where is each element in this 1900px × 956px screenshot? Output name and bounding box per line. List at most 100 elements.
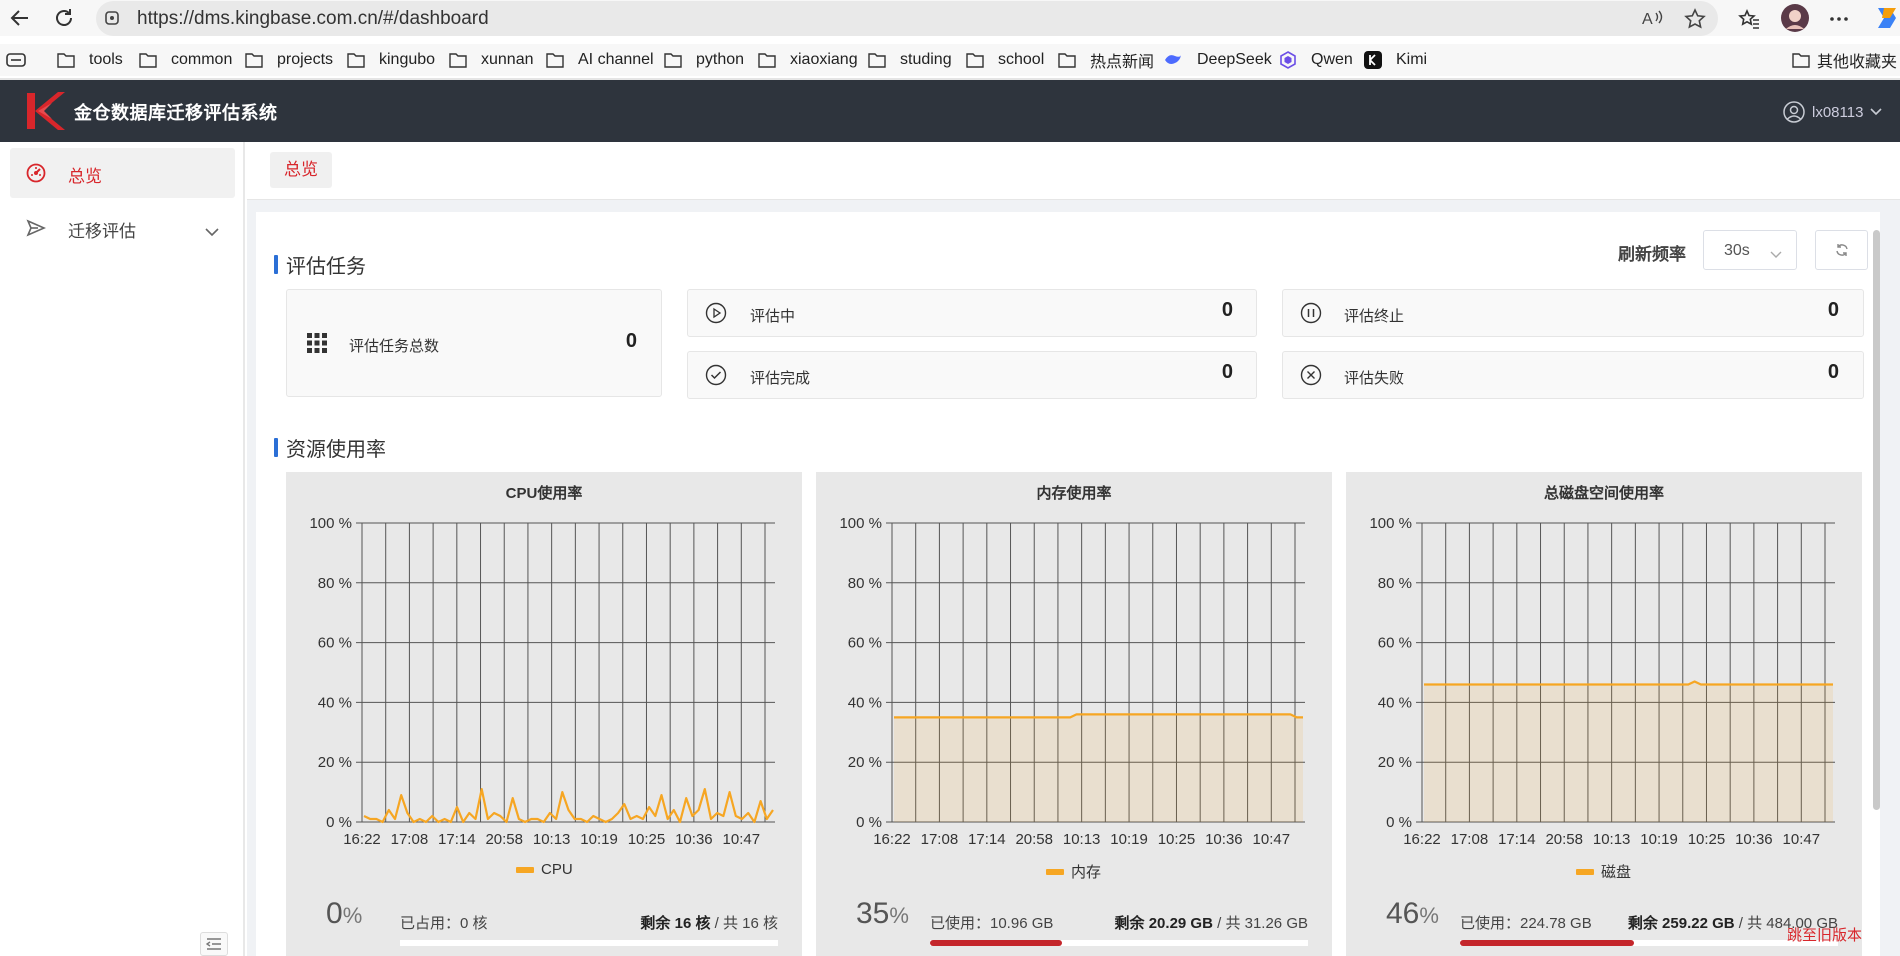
sidebar: 总览 迁移评估	[0, 142, 245, 956]
bookmark-ai-channel[interactable]: AI channel	[546, 49, 654, 71]
sidebar-item-overview[interactable]: 总览	[10, 148, 235, 198]
url-text[interactable]: https://dms.kingbase.com.cn/#/dashboard	[137, 8, 489, 30]
refresh-frequency-select[interactable]: 30s	[1703, 230, 1797, 270]
y-tick-label: 60 %	[318, 635, 352, 652]
bookmark-热点新闻[interactable]: 热点新闻	[1058, 49, 1154, 71]
bookmark-app-icon[interactable]	[6, 49, 33, 71]
play-circle-icon	[705, 302, 727, 329]
bookmark-xunnan[interactable]: xunnan	[449, 49, 534, 71]
site-info-icon[interactable]	[104, 10, 120, 31]
bookmark-python[interactable]: python	[664, 49, 744, 71]
bookmark-label: school	[998, 51, 1045, 68]
favorites-icon[interactable]	[1738, 8, 1760, 35]
x-tick-label: 10:19	[1640, 831, 1678, 848]
x-tick-label: 17:08	[391, 831, 429, 848]
user-menu[interactable]: lx08113	[1782, 100, 1883, 124]
profile-avatar[interactable]	[1780, 3, 1810, 38]
cpu-usage-bar	[400, 940, 778, 946]
bookmark-label: projects	[277, 51, 334, 68]
bookmark-common[interactable]: common	[139, 49, 232, 71]
scrollbar[interactable]	[1873, 230, 1880, 810]
sidebar-item-migration-assessment[interactable]: 迁移评估	[10, 203, 235, 253]
deepseek-icon	[1163, 52, 1190, 68]
bookmark-label: python	[696, 51, 745, 68]
task-stopped-value: 0	[1827, 299, 1839, 321]
memory-line-chart: 0 % 20 % 40 % 60 % 80 % 100 % 16:22 17:08 17:14 2…	[839, 515, 1305, 848]
task-stopped-card: 评估终止 0	[1282, 289, 1864, 337]
section-title-tasks: 评估任务	[274, 250, 366, 279]
other-bookmarks[interactable]: 其他收藏夹	[1792, 49, 1897, 71]
sidebar-collapse-button[interactable]	[200, 932, 228, 956]
bookmark-projects[interactable]: projects	[245, 49, 333, 71]
task-done-card: 评估完成 0	[687, 351, 1257, 399]
old-version-link[interactable]: 跳至旧版本	[1787, 924, 1862, 945]
folder-icon	[966, 52, 991, 68]
reload-icon[interactable]	[50, 4, 78, 32]
bookmark-label: Kimi	[1396, 51, 1428, 68]
y-tick-label: 40 %	[848, 694, 882, 711]
bookmark-xiaoxiang[interactable]: xiaoxiang	[758, 49, 858, 71]
bookmark-kimi[interactable]: Kimi	[1364, 49, 1427, 71]
folder-icon	[546, 52, 571, 68]
folder-icon	[245, 52, 270, 68]
qwen-icon	[1279, 51, 1304, 69]
read-aloud-icon[interactable]: A	[1642, 8, 1664, 33]
chart-legend[interactable]: 磁盘	[1576, 861, 1631, 882]
bookmark-label: AI channel	[578, 51, 654, 68]
x-tick-label: 16:22	[1403, 831, 1441, 848]
cpu-chart-card: CPU使用率 0 % 20 % 40 % 60 % 80 % 100 % 16:22 17:08…	[286, 472, 802, 956]
x-tick-label: 10:36	[1205, 831, 1243, 848]
bookmark-label: common	[171, 51, 233, 68]
bookmark-tools[interactable]: tools	[57, 49, 123, 71]
kimi-icon	[1364, 51, 1389, 69]
chart-legend[interactable]: 内存	[1046, 861, 1101, 882]
y-tick-label: 20 %	[318, 754, 352, 771]
folder-icon	[139, 52, 164, 68]
folder-icon	[758, 52, 783, 68]
memory-usage-bar	[930, 940, 1308, 946]
refresh-button[interactable]	[1815, 230, 1868, 270]
x-tick-label: 10:36	[1735, 831, 1773, 848]
bookmark-label: tools	[89, 51, 123, 68]
cpu-remaining-text: 剩余 16 核 / 共 16 核	[640, 915, 778, 932]
x-tick-label: 10:47	[1253, 831, 1291, 848]
disk-used-text: 已使用：224.78 GB	[1460, 915, 1592, 932]
task-stopped-label: 评估终止	[1344, 308, 1405, 325]
memory-chart-card: 内存使用率 0 % 20 % 40 % 60 % 80 % 100 % 16:22 17:08 1…	[816, 472, 1332, 956]
bookmark-school[interactable]: school	[966, 49, 1044, 71]
folder-icon	[1792, 53, 1810, 68]
folder-icon	[868, 52, 893, 68]
legend-label: CPU	[541, 861, 573, 878]
user-icon	[1783, 101, 1805, 123]
y-tick-label: 40 %	[1378, 694, 1412, 711]
copilot-icon[interactable]	[1874, 4, 1900, 37]
bookmark-deepseek[interactable]: DeepSeek	[1163, 49, 1272, 71]
grid-icon	[307, 333, 327, 358]
folder-icon	[664, 52, 689, 68]
cpu-line-chart: 0 % 20 % 40 % 60 % 80 % 100 % 16:22 17:08 17:14 2…	[309, 515, 775, 848]
x-tick-label: 10:19	[580, 831, 618, 848]
x-tick-label: 10:47	[723, 831, 761, 848]
more-menu-icon[interactable]	[1828, 8, 1850, 35]
close-circle-icon	[1300, 364, 1322, 391]
refresh-icon	[1835, 244, 1848, 256]
check-circle-icon	[705, 364, 727, 391]
favorite-star-icon[interactable]	[1684, 8, 1706, 35]
disk-chart-card: 总磁盘空间使用率 0 % 20 % 40 % 60 % 80 % 100 % 16:22 17:…	[1346, 472, 1862, 956]
bookmark-label: xunnan	[481, 51, 534, 68]
bookmark-qwen[interactable]: Qwen	[1279, 49, 1353, 71]
back-icon[interactable]	[6, 4, 34, 32]
x-tick-label: 10:19	[1110, 831, 1148, 848]
task-total-label: 评估任务总数	[349, 338, 440, 355]
refresh-frequency-label: 刷新频率	[1618, 245, 1686, 264]
usage-bar-fill	[930, 940, 1063, 946]
bookmark-studing[interactable]: studing	[868, 49, 952, 71]
tab-overview[interactable]: 总览	[270, 152, 332, 188]
app-header: 金仓数据库迁移评估系统 lx08113	[0, 80, 1900, 142]
bookmark-label: Qwen	[1311, 51, 1353, 68]
chart-legend[interactable]: CPU	[516, 861, 573, 878]
legend-swatch	[1046, 868, 1064, 875]
y-tick-label: 60 %	[848, 635, 882, 652]
x-tick-label: 10:25	[628, 831, 666, 848]
bookmark-kingubo[interactable]: kingubo	[347, 49, 435, 71]
